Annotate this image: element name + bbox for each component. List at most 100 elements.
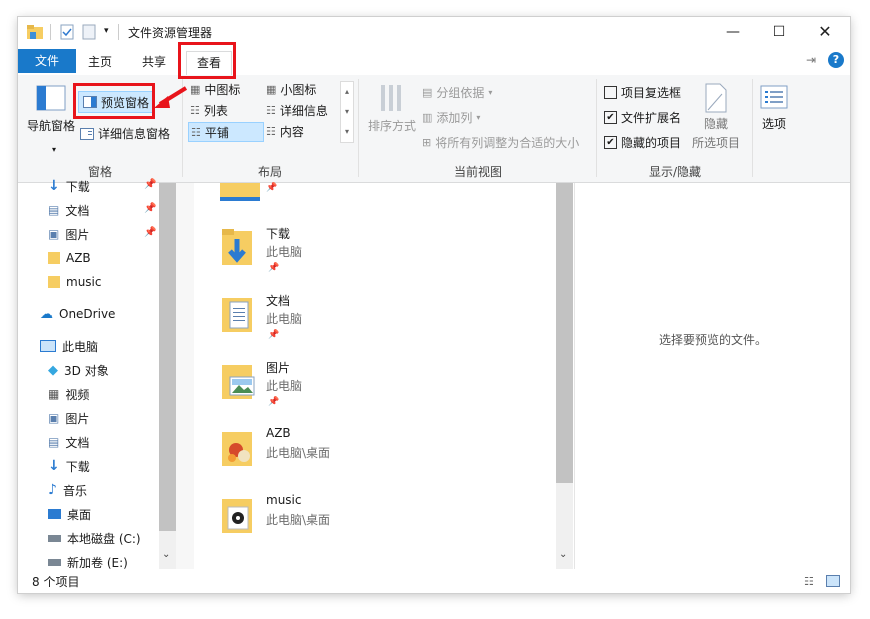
sidebar-item-label: 本地磁盘 (C:) [67,531,141,546]
file-extensions-checkbox[interactable]: ✔ [604,111,617,124]
tiles-icon: ☷ [191,125,201,139]
window-title: 文件资源管理器 [128,26,213,40]
sidebar-item-onedrive[interactable]: ☁ OneDrive [40,303,115,325]
add-columns-icon: ▥ [422,111,433,124]
sidebar-item-documents-quick[interactable]: ▤ 文档 [48,199,89,221]
pictures-folder-icon [222,365,255,399]
sidebar-item-label: 此电脑 [62,339,99,354]
tab-share[interactable]: 共享 [132,51,176,73]
preview-pane: 选择要预览的文件。 [574,183,850,569]
tiles-label: 平铺 [204,125,229,140]
list-item[interactable]: 图片 此电脑 📌 [220,355,560,417]
sidebar-item-3d-objects[interactable]: ◆ 3D 对象 [48,359,109,381]
file-location: 此电脑 [266,312,303,326]
new-folder-icon[interactable] [82,24,96,40]
sidebar-item-downloads[interactable]: ↓ 下载 [48,455,90,477]
options-icon [760,85,788,109]
hidden-items-toggle[interactable]: ✔ 隐藏的项目 [604,134,681,151]
sidebar-item-desktop[interactable]: 桌面 [48,503,91,525]
large-icons-view-icon[interactable] [826,575,840,587]
highlight-view-tab [178,42,236,79]
list-icon: ☷ [190,104,200,117]
layout-medium-icons[interactable]: ▦ 中图标 [190,81,240,98]
list-item[interactable]: music 此电脑\桌面 [220,489,560,551]
sidebar-item-music-folder[interactable]: music [48,271,101,293]
sort-by-label: 排序方式 [368,119,417,133]
pin-ribbon-icon[interactable]: ⇥ [806,53,816,67]
customize-qa-icon[interactable]: ▾ [104,26,109,36]
list-item[interactable]: 下载 此电脑 📌 [220,221,560,283]
details-view-icon[interactable]: ☷ [804,575,814,588]
sidebar-scrollbar-thumb[interactable] [159,183,176,531]
list-item[interactable]: AZB 此电脑\桌面 [220,422,560,484]
layout-small-icons[interactable]: ▦ 小图标 [266,81,316,98]
sidebar-item-azb[interactable]: AZB [48,247,91,269]
ribbon-tabs: 文件 主页 共享 查看 ⇥ ? [18,47,850,78]
content-scrollbar-thumb[interactable] [556,183,573,483]
sidebar-item-videos[interactable]: ▦ 视频 [48,383,89,405]
sort-by-button[interactable]: 排序方式 [368,83,416,134]
minimize-icon[interactable]: — [710,20,756,44]
item-checkboxes-toggle[interactable]: 项目复选框 [604,84,681,101]
file-extensions-toggle[interactable]: ✔ 文件扩展名 [604,109,681,126]
pin-icon: 📌 [144,203,157,214]
options-button[interactable]: 选项 [758,85,790,132]
hide-selected-icon [705,83,727,113]
hidden-items-checkbox[interactable]: ✔ [604,136,617,149]
add-columns-button[interactable]: ▥ 添加列 ▾ [422,109,480,126]
hide-selected-button[interactable]: 隐藏 所选项目 [688,83,744,151]
sidebar-item-pictures-quick[interactable]: ▣ 图片 [48,223,89,245]
sidebar-item-this-pc[interactable]: 此电脑 [40,335,98,357]
item-count: 8 个项目 [32,575,80,589]
help-icon[interactable]: ? [828,52,844,68]
nav-pane-dropdown-icon[interactable]: ▾ [52,145,56,154]
content-icon: ☷ [266,125,276,138]
group-by-label: 分组依据 [436,86,485,100]
details-pane-button[interactable]: 详细信息窗格 [80,125,170,142]
sort-icon [381,85,401,111]
pane-divider [176,183,194,569]
close-icon[interactable]: ✕ [802,20,848,44]
sidebar-item-music[interactable]: ♪ 音乐 [48,479,87,501]
group-by-button[interactable]: ▤ 分组依据 ▾ [422,84,492,101]
layout-list[interactable]: ☷ 列表 [190,102,228,119]
document-icon: ▤ [48,203,60,217]
chevron-down-icon[interactable]: ⌄ [162,549,170,560]
layout-details[interactable]: ☷ 详细信息 [266,102,328,119]
layout-gallery-scroll[interactable]: ▴ ▾ ▾ [340,81,354,143]
computer-icon [40,340,56,352]
sidebar-item-drive-c[interactable]: 本地磁盘 (C:) [48,527,141,549]
tab-file[interactable]: 文件 [18,49,76,73]
file-name: AZB [266,426,291,440]
file-location: 此电脑 [266,379,303,393]
preview-message: 选择要预览的文件。 [658,333,767,347]
size-all-columns-button[interactable]: ⊞ 将所有列调整为合适的大小 [422,134,579,151]
pin-icon: 📌 [266,183,278,193]
layout-tiles[interactable]: ☷ 平铺 [188,122,264,142]
properties-icon[interactable] [60,24,74,40]
list-item[interactable]: 文档 此电脑 📌 [220,288,560,350]
maximize-icon[interactable]: ☐ [756,20,802,44]
sidebar-item-label: 图片 [65,411,90,426]
pin-icon: 📌 [268,263,280,273]
cube-icon: ◆ [48,362,58,378]
folder-icon [48,252,60,264]
sidebar-item-documents[interactable]: ▤ 文档 [48,431,89,453]
partial-folder-icon [220,183,260,201]
music-folder-icon [222,499,252,533]
panes-group-label: 窗格 [87,165,112,179]
sidebar-item-label: 图片 [65,227,90,242]
nav-pane-button[interactable]: 导航窗格 [26,85,76,134]
sidebar-item-downloads-quick[interactable]: ↓ 下载 [48,175,90,197]
ribbon-separator [358,79,359,177]
chevron-down-icon[interactable]: ⌄ [559,549,567,560]
layout-content[interactable]: ☷ 内容 [266,123,304,140]
content-scrollbar[interactable]: ⌄ [556,183,573,569]
sidebar-scrollbar[interactable]: ⌄ [159,183,176,569]
desktop-icon [48,509,61,519]
sidebar-item-pictures[interactable]: ▣ 图片 [48,407,89,429]
status-bar: 8 个项目 ☷ [18,569,850,593]
item-checkboxes-checkbox[interactable] [604,86,617,99]
tab-home[interactable]: 主页 [78,51,122,73]
content-label: 内容 [279,125,304,139]
